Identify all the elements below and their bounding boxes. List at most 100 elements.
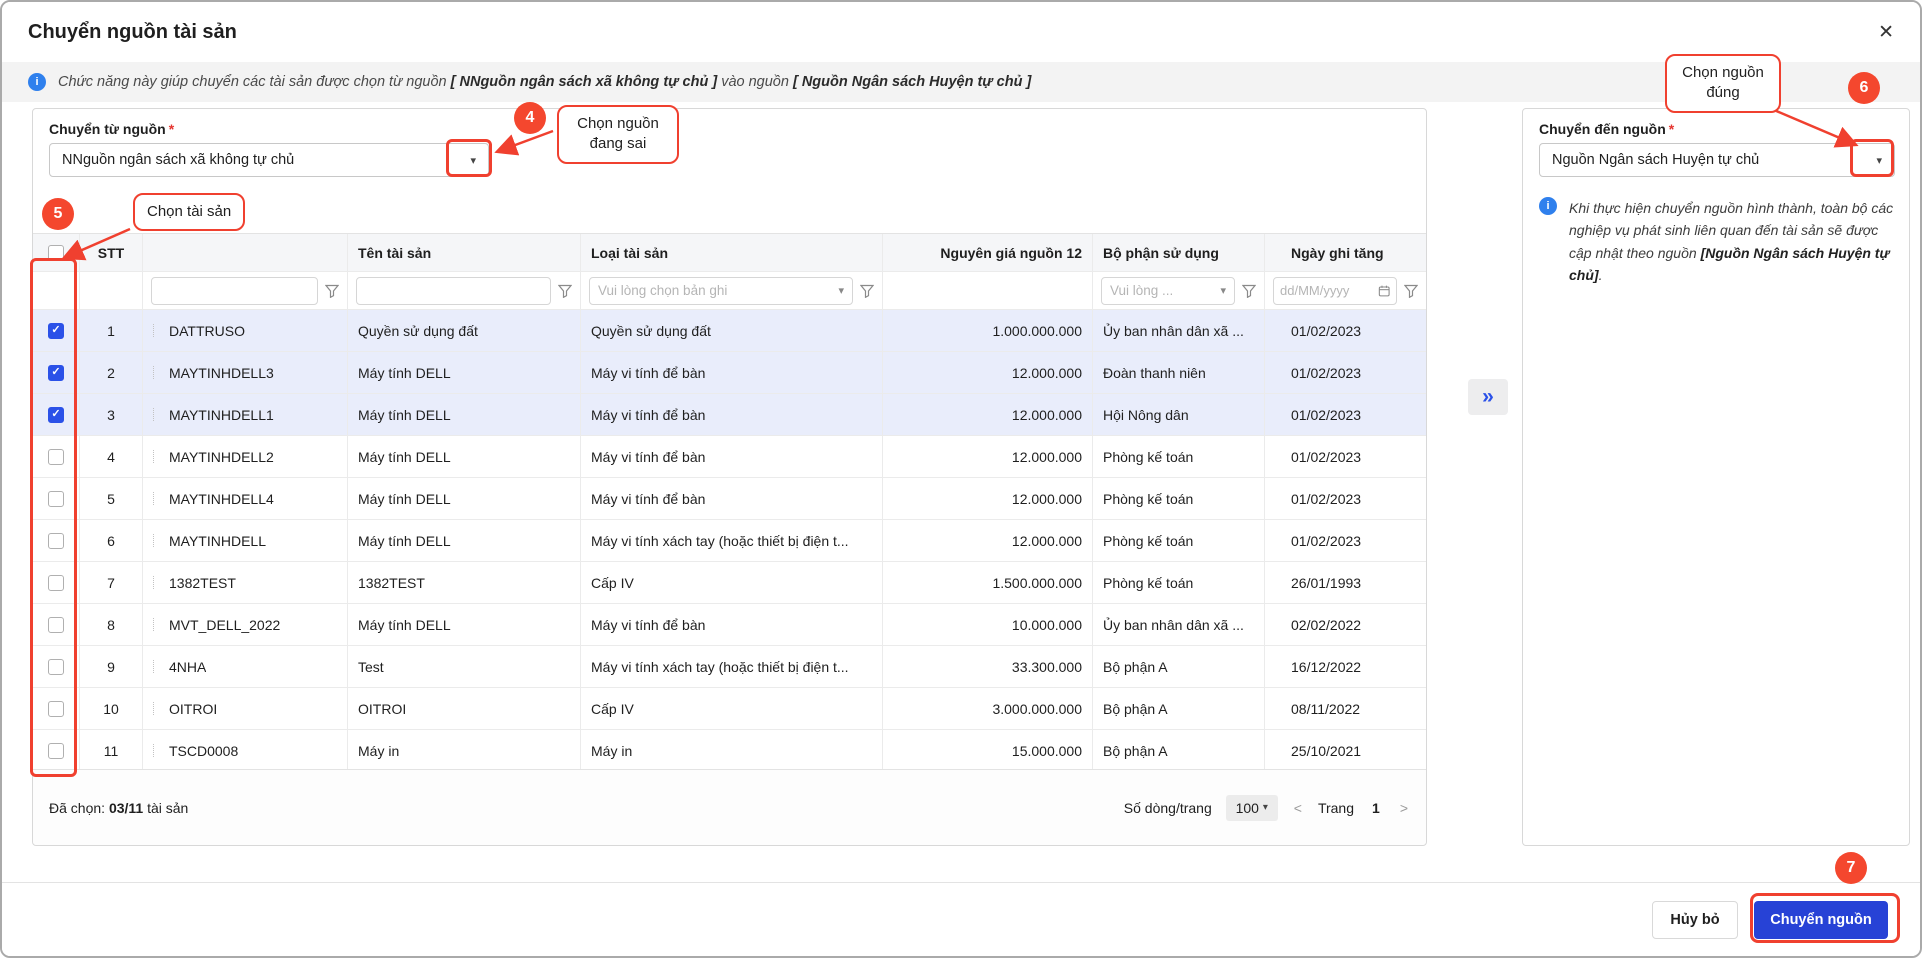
row-stt: 11 [80, 730, 143, 772]
chevron-down-icon: ▾ [838, 284, 844, 297]
table-footer: Đã chọn: 03/11 tài sản Số dòng/trang 100… [33, 769, 1426, 845]
row-asset-code: MAYTINHDELL2 [143, 436, 348, 478]
row-cost: 10.000.000 [883, 604, 1093, 646]
filter-funnel-icon[interactable] [558, 284, 572, 298]
next-page-button[interactable]: > [1398, 800, 1410, 816]
date-filter-input[interactable] [1280, 283, 1378, 298]
chevron-down-icon: ▾ [1220, 284, 1226, 297]
tree-indent-icon [153, 408, 161, 421]
row-date: 01/02/2023 [1265, 394, 1426, 436]
row-asset-type: Máy vi tính để bàn [581, 436, 883, 478]
row-asset-name: Máy in [348, 730, 581, 772]
row-stt: 4 [80, 436, 143, 478]
select-all-checkbox[interactable] [48, 245, 64, 261]
tree-indent-icon [153, 744, 161, 757]
from-source-label: Chuyển từ nguồn* [49, 121, 174, 137]
row-date: 01/02/2023 [1265, 520, 1426, 562]
row-cost: 12.000.000 [883, 352, 1093, 394]
tree-indent-icon [153, 576, 161, 589]
cancel-button[interactable]: Hủy bỏ [1652, 901, 1738, 939]
transfer-right-button[interactable]: » [1468, 379, 1508, 415]
table-row[interactable]: 4 MAYTINHDELL2 Máy tính DELL Máy vi tính… [33, 436, 1426, 478]
table-row[interactable]: 9 4NHA Test Máy vi tính xách tay (hoặc t… [33, 646, 1426, 688]
row-cost: 12.000.000 [883, 436, 1093, 478]
row-checkbox[interactable] [48, 365, 64, 381]
row-asset-name: Quyền sử dụng đất [348, 310, 581, 352]
info-bar: i Chức năng này giúp chuyển các tài sản … [2, 62, 1920, 102]
info-text: Chức năng này giúp chuyển các tài sản đư… [58, 74, 1031, 90]
row-checkbox[interactable] [48, 491, 64, 507]
row-checkbox[interactable] [48, 701, 64, 717]
filter-row: Vui lòng chọn bản ghi ▾ Vui lòng ... ▾ [33, 272, 1426, 310]
table-row[interactable]: 6 MAYTINHDELL Máy tính DELL Máy vi tính … [33, 520, 1426, 562]
row-checkbox[interactable] [48, 575, 64, 591]
table-row[interactable]: 5 MAYTINHDELL4 Máy tính DELL Máy vi tính… [33, 478, 1426, 520]
table-row[interactable]: 2 MAYTINHDELL3 Máy tính DELL Máy vi tính… [33, 352, 1426, 394]
row-asset-name: Test [348, 646, 581, 688]
rows-per-page-label: Số dòng/trang [1124, 800, 1212, 816]
table-row[interactable]: 1 DATTRUSO Quyền sử dụng đất Quyền sử dụ… [33, 310, 1426, 352]
row-checkbox[interactable] [48, 323, 64, 339]
table-row[interactable]: 3 MAYTINHDELL1 Máy tính DELL Máy vi tính… [33, 394, 1426, 436]
row-checkbox[interactable] [48, 659, 64, 675]
rows-per-page-select[interactable]: 100 ▾ [1226, 795, 1278, 821]
chevron-down-icon: ▾ [1876, 154, 1882, 167]
row-cost: 15.000.000 [883, 730, 1093, 772]
asset-name-filter-input[interactable] [356, 277, 551, 305]
row-cost: 1.000.000.000 [883, 310, 1093, 352]
filter-funnel-icon[interactable] [1404, 284, 1418, 298]
destination-note: i Khi thực hiện chuyển nguồn hình thành,… [1539, 197, 1895, 287]
filter-funnel-icon[interactable] [325, 284, 339, 298]
current-page[interactable]: 1 [1368, 800, 1384, 816]
row-checkbox[interactable] [48, 533, 64, 549]
row-date: 16/12/2022 [1265, 646, 1426, 688]
row-department: Bộ phận A [1093, 688, 1265, 730]
filter-funnel-icon[interactable] [1242, 284, 1256, 298]
row-stt: 6 [80, 520, 143, 562]
row-department: Phòng kế toán [1093, 520, 1265, 562]
row-checkbox[interactable] [48, 743, 64, 759]
row-asset-type: Cấp IV [581, 688, 883, 730]
to-source-select[interactable]: Nguồn Ngân sách Huyện tự chủ ▾ [1539, 143, 1895, 177]
department-filter-select[interactable]: Vui lòng ... ▾ [1101, 277, 1235, 305]
tree-indent-icon [153, 324, 161, 337]
date-filter[interactable] [1273, 277, 1397, 305]
table-row[interactable]: 7 1382TEST 1382TEST Cấp IV 1.500.000.000… [33, 562, 1426, 604]
filter-funnel-icon[interactable] [860, 284, 874, 298]
calendar-icon[interactable] [1378, 284, 1390, 298]
tree-indent-icon [153, 366, 161, 379]
row-checkbox[interactable] [48, 449, 64, 465]
header-asset-code [143, 234, 348, 272]
asset-code-filter-input[interactable] [151, 277, 318, 305]
row-stt: 10 [80, 688, 143, 730]
cost-filter-cell [883, 272, 1093, 310]
row-asset-name: OITROI [348, 688, 581, 730]
row-asset-code: MAYTINHDELL1 [143, 394, 348, 436]
asset-type-filter-cell: Vui lòng chọn bản ghi ▾ [581, 272, 883, 310]
destination-panel: Chuyển đến nguồn* Nguồn Ngân sách Huyện … [1522, 108, 1910, 846]
header-department: Bộ phận sử dụng [1093, 234, 1265, 272]
asset-table: STT Tên tài sản Loại tài sản Nguyên giá … [33, 233, 1426, 772]
prev-page-button[interactable]: < [1292, 800, 1304, 816]
close-icon[interactable]: ✕ [1878, 23, 1894, 42]
header-cost: Nguyên giá nguồn 12 [883, 234, 1093, 272]
asset-type-filter-select[interactable]: Vui lòng chọn bản ghi ▾ [589, 277, 853, 305]
table-row[interactable]: 11 TSCD0008 Máy in Máy in 15.000.000 Bộ … [33, 730, 1426, 772]
row-asset-code: DATTRUSO [143, 310, 348, 352]
row-date: 01/02/2023 [1265, 436, 1426, 478]
department-filter-cell: Vui lòng ... ▾ [1093, 272, 1265, 310]
from-source-select[interactable]: NNguồn ngân sách xã không tự chủ ▾ [49, 143, 489, 177]
row-asset-name: Máy tính DELL [348, 394, 581, 436]
row-department: Bộ phận A [1093, 730, 1265, 772]
row-checkbox[interactable] [48, 407, 64, 423]
table-row[interactable]: 10 OITROI OITROI Cấp IV 3.000.000.000 Bộ… [33, 688, 1426, 730]
tree-indent-icon [153, 660, 161, 673]
table-row[interactable]: 8 MVT_DELL_2022 Máy tính DELL Máy vi tín… [33, 604, 1426, 646]
header-asset-name: Tên tài sản [348, 234, 581, 272]
submit-button[interactable]: Chuyển nguồn [1754, 901, 1888, 939]
row-asset-type: Máy in [581, 730, 883, 772]
info-icon: i [1539, 197, 1557, 215]
row-department: Phòng kế toán [1093, 562, 1265, 604]
row-checkbox[interactable] [48, 617, 64, 633]
transfer-asset-source-dialog: Chuyển nguồn tài sản ✕ i Chức năng này g… [0, 0, 1922, 958]
